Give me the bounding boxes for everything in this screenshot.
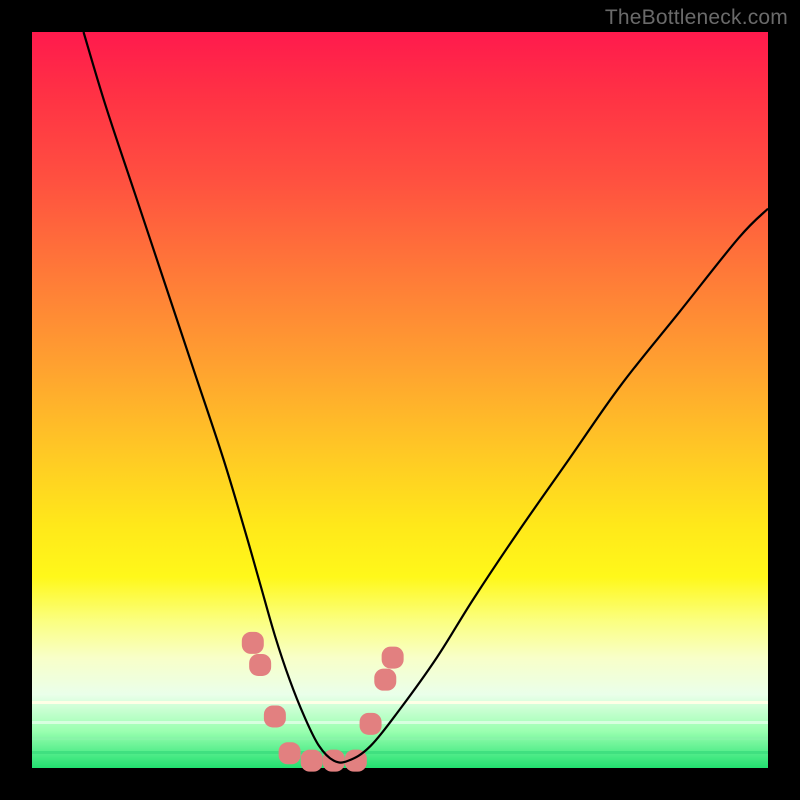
marker-floor-cluster: [279, 742, 301, 764]
marker-right-cluster: [374, 669, 396, 691]
chart-frame: TheBottleneck.com: [0, 0, 800, 800]
bottleneck-curve: [84, 32, 768, 763]
watermark-text: TheBottleneck.com: [605, 6, 788, 30]
marker-right-cluster: [360, 713, 382, 735]
marker-left-cluster: [249, 654, 271, 676]
curve-layer: [32, 32, 768, 768]
plot-area: [32, 32, 768, 768]
marker-right-cluster: [382, 647, 404, 669]
marker-floor-cluster: [301, 750, 323, 772]
marker-left-cluster: [264, 705, 286, 727]
marker-left-cluster: [242, 632, 264, 654]
